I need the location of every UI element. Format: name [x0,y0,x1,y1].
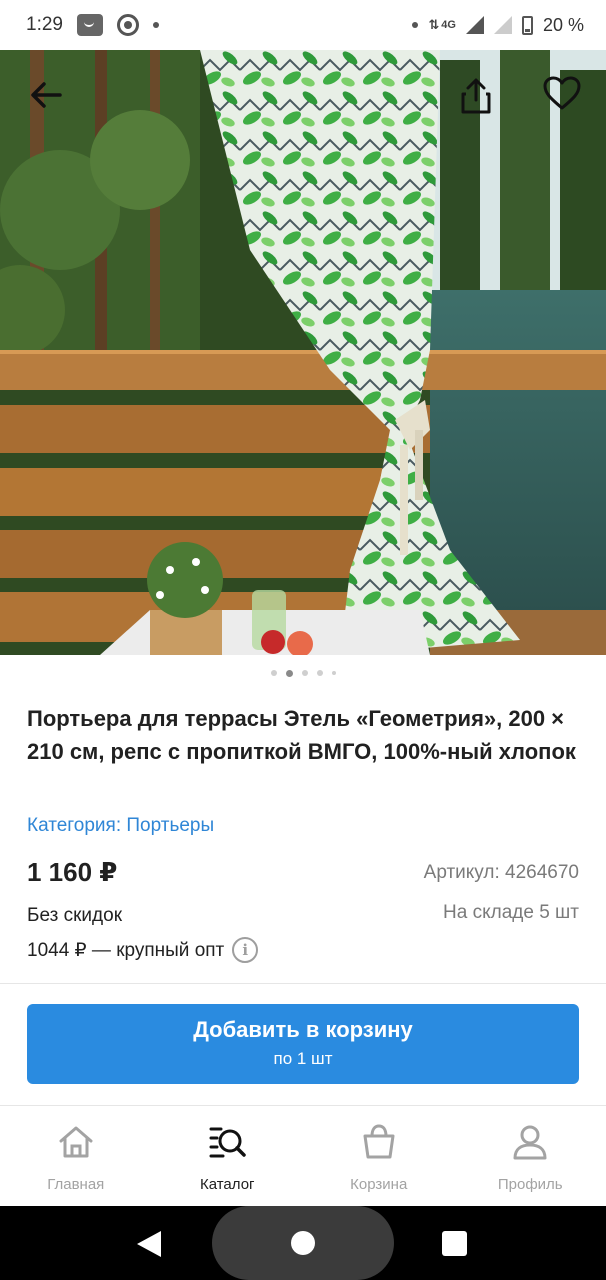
more-notifications-icon [152,22,159,28]
nav-item-profile[interactable]: Профиль [455,1106,606,1206]
product-title: Портьера для террасы Этель «Геометрия», … [27,706,576,764]
chrome-icon [116,14,139,36]
product-photo [0,50,606,655]
discount-status: Без скидок [27,905,122,926]
stock-status: На складе 5 шт [443,902,579,923]
battery-percent: 20 % [542,14,584,35]
category-link[interactable]: Категория: Портьеры [27,815,214,837]
add-to-cart-label: Добавить в корзину [193,1017,413,1042]
add-to-cart-button[interactable]: Добавить в корзину по 1 шт [27,1004,579,1084]
gallery-dot[interactable] [301,670,308,676]
system-nav-bar [0,1206,606,1280]
add-to-cart-quantity: по 1 шт [273,1049,333,1068]
nav-label-catalog: Каталог [199,1176,255,1193]
bottom-nav: Главная Каталог Корзина Профиль [0,1106,606,1206]
bulk-price-row: 1044 ₽ — крупный опт i [27,937,259,963]
nav-item-catalog[interactable]: Каталог [152,1106,304,1206]
home-icon [59,1126,93,1158]
share-button[interactable] [448,68,504,124]
heart-icon [543,76,581,110]
status-time: 1:29 [26,14,63,35]
status-bar: 1:29 ⇅ 4G 20 % [0,0,606,50]
product-image[interactable] [0,50,606,655]
profile-icon [513,1125,547,1160]
product-price: 1 160 ₽ [27,857,118,887]
status-dot-icon [412,22,419,28]
gallery-pagination [0,670,606,677]
basket-icon [363,1124,395,1159]
gallery-dot[interactable] [316,670,323,676]
bulk-price: 1044 ₽ — крупный опт [27,939,225,961]
system-back-icon[interactable] [137,1231,161,1257]
nav-label-home: Главная [47,1176,105,1193]
notification-app-icon [76,14,103,36]
network-4g-icon: ⇅ 4G [428,17,456,32]
info-icon[interactable]: i [232,937,259,963]
signal-empty-icon [493,16,512,34]
gallery-dot[interactable] [270,670,277,676]
favorite-button[interactable] [534,66,590,122]
divider [0,983,606,984]
nav-item-home[interactable]: Главная [0,1106,152,1206]
arrow-left-icon [31,82,62,108]
back-button[interactable] [18,67,74,123]
system-home-button[interactable] [212,1206,394,1280]
nav-label-profile: Профиль [497,1176,563,1193]
share-icon [461,78,491,114]
system-home-icon [291,1231,315,1255]
gallery-dot-active[interactable] [285,670,293,677]
nav-item-cart[interactable]: Корзина [303,1106,455,1206]
system-recents-icon[interactable] [442,1231,467,1256]
gallery-dot[interactable] [331,671,336,675]
product-sku: Артикул: 4264670 [423,862,579,883]
battery-icon [521,15,533,35]
signal-icon [465,16,484,34]
catalog-search-icon [209,1127,246,1158]
nav-label-cart: Корзина [350,1176,408,1193]
